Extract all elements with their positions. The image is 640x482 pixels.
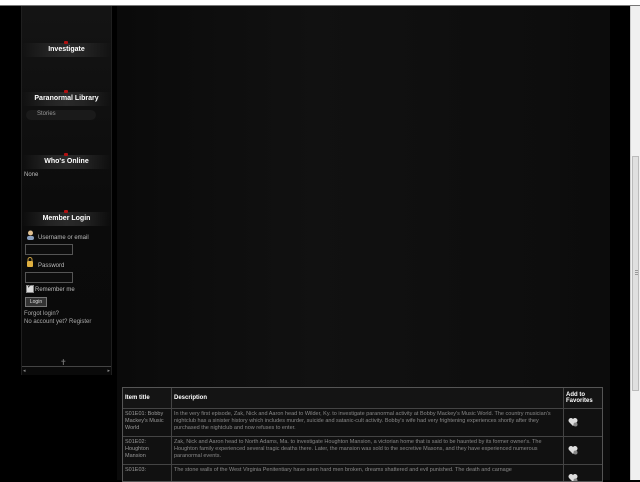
episode-title[interactable]: S01E02: Houghton Mansion: [123, 437, 172, 464]
table-row: S01E03: The stone walls of the West Virg…: [123, 465, 602, 482]
user-icon: [26, 230, 35, 240]
header-add-to-favorites: Add to Favorites: [564, 388, 602, 408]
episode-title[interactable]: S01E03:: [123, 465, 172, 482]
scrollbar-thumb[interactable]: [632, 156, 639, 391]
add-favorite-heart-icon[interactable]: [568, 473, 578, 482]
episode-description: In the very first episode, Zak, Nick and…: [172, 409, 564, 436]
username-input[interactable]: [25, 244, 73, 255]
header-item-title: Item title: [123, 388, 172, 408]
table-row: S01E01: Bobby Mackey's Music World In th…: [123, 409, 602, 437]
header-description: Description: [172, 388, 564, 408]
vertical-scrollbar[interactable]: [630, 6, 640, 480]
sidebar-bottom-border: [22, 366, 111, 376]
sidebar-heading-member-login: Member Login: [22, 212, 111, 226]
table-row: S01E02: Houghton Mansion Zak, Nick and A…: [123, 437, 602, 465]
sidebar-heading-whos-online: Who's Online: [22, 155, 111, 169]
sidebar: Investigate Paranormal Library Stories W…: [21, 6, 112, 375]
sidebar-heading-investigate: Investigate: [22, 43, 111, 57]
sidebar-item-stories[interactable]: Stories: [37, 111, 56, 117]
add-favorite-heart-icon[interactable]: [568, 417, 578, 427]
login-button[interactable]: Login: [25, 297, 47, 307]
episodes-table: Item title Description Add to Favorites …: [122, 387, 603, 482]
remember-me-checkbox[interactable]: [26, 285, 34, 293]
episode-title[interactable]: S01E01: Bobby Mackey's Music World: [123, 409, 172, 436]
register-link[interactable]: No account yet? Register: [24, 319, 91, 325]
remember-me-label: Remember me: [35, 287, 75, 293]
lock-icon: [26, 257, 34, 267]
table-header: Item title Description Add to Favorites: [123, 388, 602, 409]
password-input[interactable]: [25, 272, 73, 283]
sidebar-heading-library: Paranormal Library: [22, 92, 111, 106]
forgot-login-link[interactable]: Forgot login?: [24, 311, 59, 317]
episode-description: Zak, Nick and Aaron head to North Adams,…: [172, 437, 564, 464]
add-favorite-heart-icon[interactable]: [568, 445, 578, 455]
username-label: Username or email: [38, 235, 89, 241]
online-users-text: None: [24, 172, 38, 178]
password-label: Password: [38, 263, 64, 269]
episode-description: The stone walls of the West Virginia Pen…: [172, 465, 564, 482]
